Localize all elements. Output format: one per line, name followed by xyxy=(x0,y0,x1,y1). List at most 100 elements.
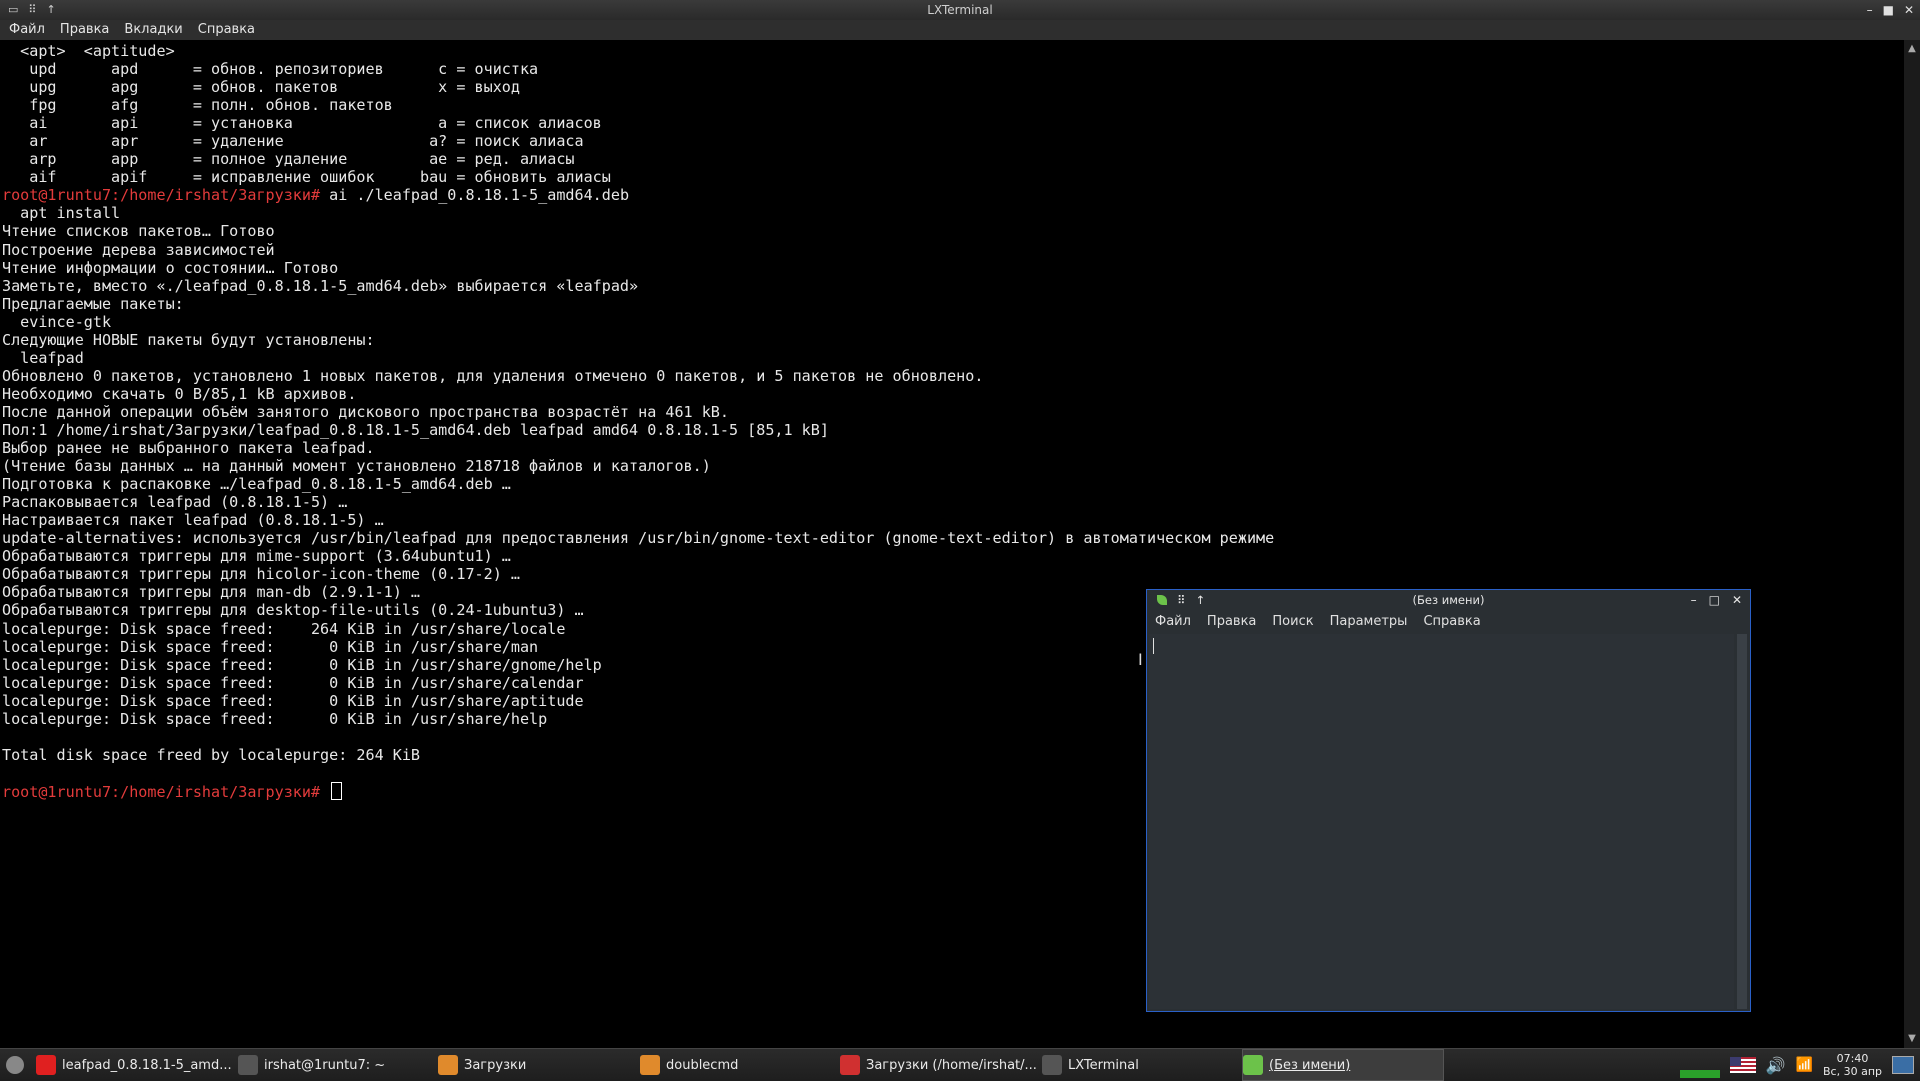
scroll-up-icon[interactable]: ▲ xyxy=(1904,42,1920,56)
taskbar-item[interactable]: Загрузки xyxy=(438,1049,638,1081)
menu-help[interactable]: Справка xyxy=(1415,612,1488,632)
terminal-line-text: evince-gtk xyxy=(2,312,112,331)
terminal-line: upd apd = обнов. репозиториев c = очистк… xyxy=(0,60,1904,78)
leafpad-window[interactable]: ⠿ ↑ (Без имени) – □ ✕ Файл Правка Поиск … xyxy=(1146,589,1751,1012)
taskbar-item-label: leafpad_0.8.18.1-5_amd... xyxy=(62,1057,232,1073)
terminal-line-text: localepurge: Disk space freed: 0 KiB in … xyxy=(2,709,548,728)
taskbar-item[interactable]: doublecmd xyxy=(640,1049,840,1081)
terminal-line-text: ai ./leafpad_0.8.18.1-5_amd64.deb xyxy=(320,186,630,205)
taskbar-item[interactable]: irshat@1runtu7: ~ xyxy=(238,1049,438,1081)
terminal-line: После данной операции объём занятого дис… xyxy=(0,403,1904,421)
taskbar-item[interactable]: (Без имени) xyxy=(1242,1049,1444,1081)
scroll-down-icon[interactable]: ▼ xyxy=(1904,1032,1920,1046)
terminal-line-text: localepurge: Disk space freed: 0 KiB in … xyxy=(2,655,602,674)
terminal-line-text: upg apg = обнов. пакетов x = выход xyxy=(2,78,520,97)
menu-tabs[interactable]: Вкладки xyxy=(115,20,188,40)
menu-options[interactable]: Параметры xyxy=(1322,612,1416,632)
terminal-line-text: Обрабатываются триггеры для man-db (2.9.… xyxy=(2,583,421,602)
menu-help[interactable]: Справка xyxy=(189,20,261,40)
terminal-line: Следующие НОВЫЕ пакеты будут установлены… xyxy=(0,331,1904,349)
terminal-line-text: fpg afg = полн. обнов. пакетов xyxy=(2,96,393,115)
taskbar-item-label: (Без имени) xyxy=(1269,1057,1351,1073)
sticky-icon[interactable]: ⠿ xyxy=(28,0,36,20)
terminal-line-text: leafpad xyxy=(2,348,84,367)
close-icon[interactable]: ✕ xyxy=(1732,590,1742,610)
cpu-monitor-icon[interactable] xyxy=(1679,1052,1720,1078)
terminal-line: Настраивается пакет leafpad (0.8.18.1-5)… xyxy=(0,511,1904,529)
terminal-line: Обновлено 0 пакетов, установлено 1 новых… xyxy=(0,367,1904,385)
menu-search[interactable]: Поиск xyxy=(1264,612,1321,632)
taskbar-item-label: LXTerminal xyxy=(1068,1057,1139,1073)
menu-edit[interactable]: Правка xyxy=(1199,612,1264,632)
terminal-line: Обрабатываются триггеры для hicolor-icon… xyxy=(0,565,1904,583)
terminal-line: <apt> <aptitude> xyxy=(0,42,1904,60)
terminal-cursor xyxy=(331,781,343,800)
window-menu-icon[interactable]: ▭ xyxy=(8,0,18,20)
terminal-line-text: Пол:1 /home/irshat/Загрузки/leafpad_0.8.… xyxy=(2,420,829,439)
mouse-ibeam-cursor: I xyxy=(1138,650,1143,669)
terminal-line-text: aif apif = исправление ошибок bau = обно… xyxy=(2,168,611,187)
terminal-line-text: Обновлено 0 пакетов, установлено 1 новых… xyxy=(2,366,984,385)
minimize-icon[interactable]: – xyxy=(1691,590,1697,610)
keep-above-icon[interactable]: ↑ xyxy=(1195,590,1205,610)
terminal-line: aif apif = исправление ошибок bau = обно… xyxy=(0,168,1904,186)
leafpad-titlebar[interactable]: ⠿ ↑ (Без имени) – □ ✕ xyxy=(1147,590,1750,610)
terminal-line: Заметьте, вместо «./leafpad_0.8.18.1-5_a… xyxy=(0,277,1904,295)
terminal-line-text: Обрабатываются триггеры для hicolor-icon… xyxy=(2,565,520,584)
terminal-line: Распаковывается leafpad (0.8.18.1-5) … xyxy=(0,493,1904,511)
terminal-line-text: Следующие НОВЫЕ пакеты будут установлены… xyxy=(2,330,375,349)
text-caret xyxy=(1153,638,1154,654)
taskbar-item[interactable]: leafpad_0.8.18.1-5_amd... xyxy=(36,1049,236,1081)
volume-icon[interactable]: 🔊 xyxy=(1766,1056,1786,1075)
menu-edit[interactable]: Правка xyxy=(51,20,115,40)
terminal-line: ar apr = удаление a? = поиск алиаса xyxy=(0,132,1904,150)
taskbar-item[interactable]: Загрузки (/home/irshat/... xyxy=(840,1049,1040,1081)
terminal-line-text: Обрабатываются триггеры для mime-support… xyxy=(2,547,511,566)
terminal-scrollbar[interactable]: ▲ ▼ xyxy=(1904,40,1920,1048)
terminal-menubar: Файл Правка Вкладки Справка xyxy=(0,20,1920,40)
terminal-title: LXTerminal xyxy=(927,3,993,17)
terminal-line-text: Подготовка к распаковке …/leafpad_0.8.18… xyxy=(2,475,511,494)
terminal-line-text: update-alternatives: используется /usr/b… xyxy=(2,529,1275,548)
maximize-icon[interactable]: □ xyxy=(1709,590,1720,610)
taskbar-item[interactable]: LXTerminal xyxy=(1042,1049,1242,1081)
menu-file[interactable]: Файл xyxy=(1147,612,1199,632)
terminal-line-text: arp app = полное удаление ae = ред. алиа… xyxy=(2,150,575,169)
keyboard-layout-flag-icon[interactable] xyxy=(1729,1057,1756,1073)
leafpad-icon xyxy=(1243,1055,1263,1075)
system-tray: 🔊 📶 07:40 Вс, 30 апр xyxy=(1679,1049,1920,1081)
text-editor-area[interactable] xyxy=(1149,634,1734,1009)
terminal-line-text: Заметьте, вместо «./leafpad_0.8.18.1-5_a… xyxy=(2,276,639,295)
terminal-line-text: Выбор ранее не выбранного пакета leafpad… xyxy=(2,439,375,458)
taskbar-item-label: Загрузки (/home/irshat/... xyxy=(866,1057,1037,1073)
terminal-line: ai api = установка a = список алиасов xyxy=(0,114,1904,132)
terminal-line-text: localepurge: Disk space freed: 0 KiB in … xyxy=(2,637,539,656)
terminal-line-text: localepurge: Disk space freed: 0 KiB in … xyxy=(2,673,584,692)
clock[interactable]: 07:40 Вс, 30 апр xyxy=(1823,1052,1882,1078)
taskbar-item-label: irshat@1runtu7: ~ xyxy=(264,1057,386,1073)
terminal-line-text: Чтение списков пакетов… Готово xyxy=(2,222,275,241)
leafpad-icon[interactable] xyxy=(1157,595,1167,605)
terminal-line-text: Необходимо скачать 0 B/85,1 kB архивов. xyxy=(2,384,357,403)
start-menu-button[interactable] xyxy=(2,1049,28,1081)
menu-file[interactable]: Файл xyxy=(0,20,51,40)
terminal-line-text: <apt> <aptitude> xyxy=(2,42,175,60)
close-icon[interactable]: ✕ xyxy=(1904,0,1914,20)
terminal-line: root@1runtu7:/home/irshat/Загрузки# ai .… xyxy=(0,186,1904,204)
terminal-line-text: upd apd = обнов. репозиториев c = очистк… xyxy=(2,60,539,79)
terminal-line: Пол:1 /home/irshat/Загрузки/leafpad_0.8.… xyxy=(0,421,1904,439)
terminal-line-text: Построение дерева зависимостей xyxy=(2,240,275,259)
terminal-line-text: Обрабатываются триггеры для desktop-file… xyxy=(2,601,584,620)
maximize-icon[interactable]: ■ xyxy=(1883,0,1894,20)
show-desktop-icon[interactable] xyxy=(1892,1056,1914,1074)
leafpad-scrollbar[interactable] xyxy=(1737,634,1747,1009)
taskbar: leafpad_0.8.18.1-5_amd... irshat@1runtu7:… xyxy=(0,1048,1920,1081)
terminal-line: evince-gtk xyxy=(0,313,1904,331)
wifi-icon[interactable]: 📶 xyxy=(1796,1057,1813,1073)
keep-above-icon[interactable]: ↑ xyxy=(46,0,55,20)
shell-prompt: root@1runtu7:/home/irshat/Загрузки# xyxy=(2,782,321,801)
sticky-icon[interactable]: ⠿ xyxy=(1177,590,1185,610)
terminal-titlebar[interactable]: ▭ ⠿ ↑ LXTerminal – ■ ✕ xyxy=(0,0,1920,21)
minimize-icon[interactable]: – xyxy=(1867,0,1873,20)
terminal-line-text: После данной операции объём занятого дис… xyxy=(2,402,729,421)
